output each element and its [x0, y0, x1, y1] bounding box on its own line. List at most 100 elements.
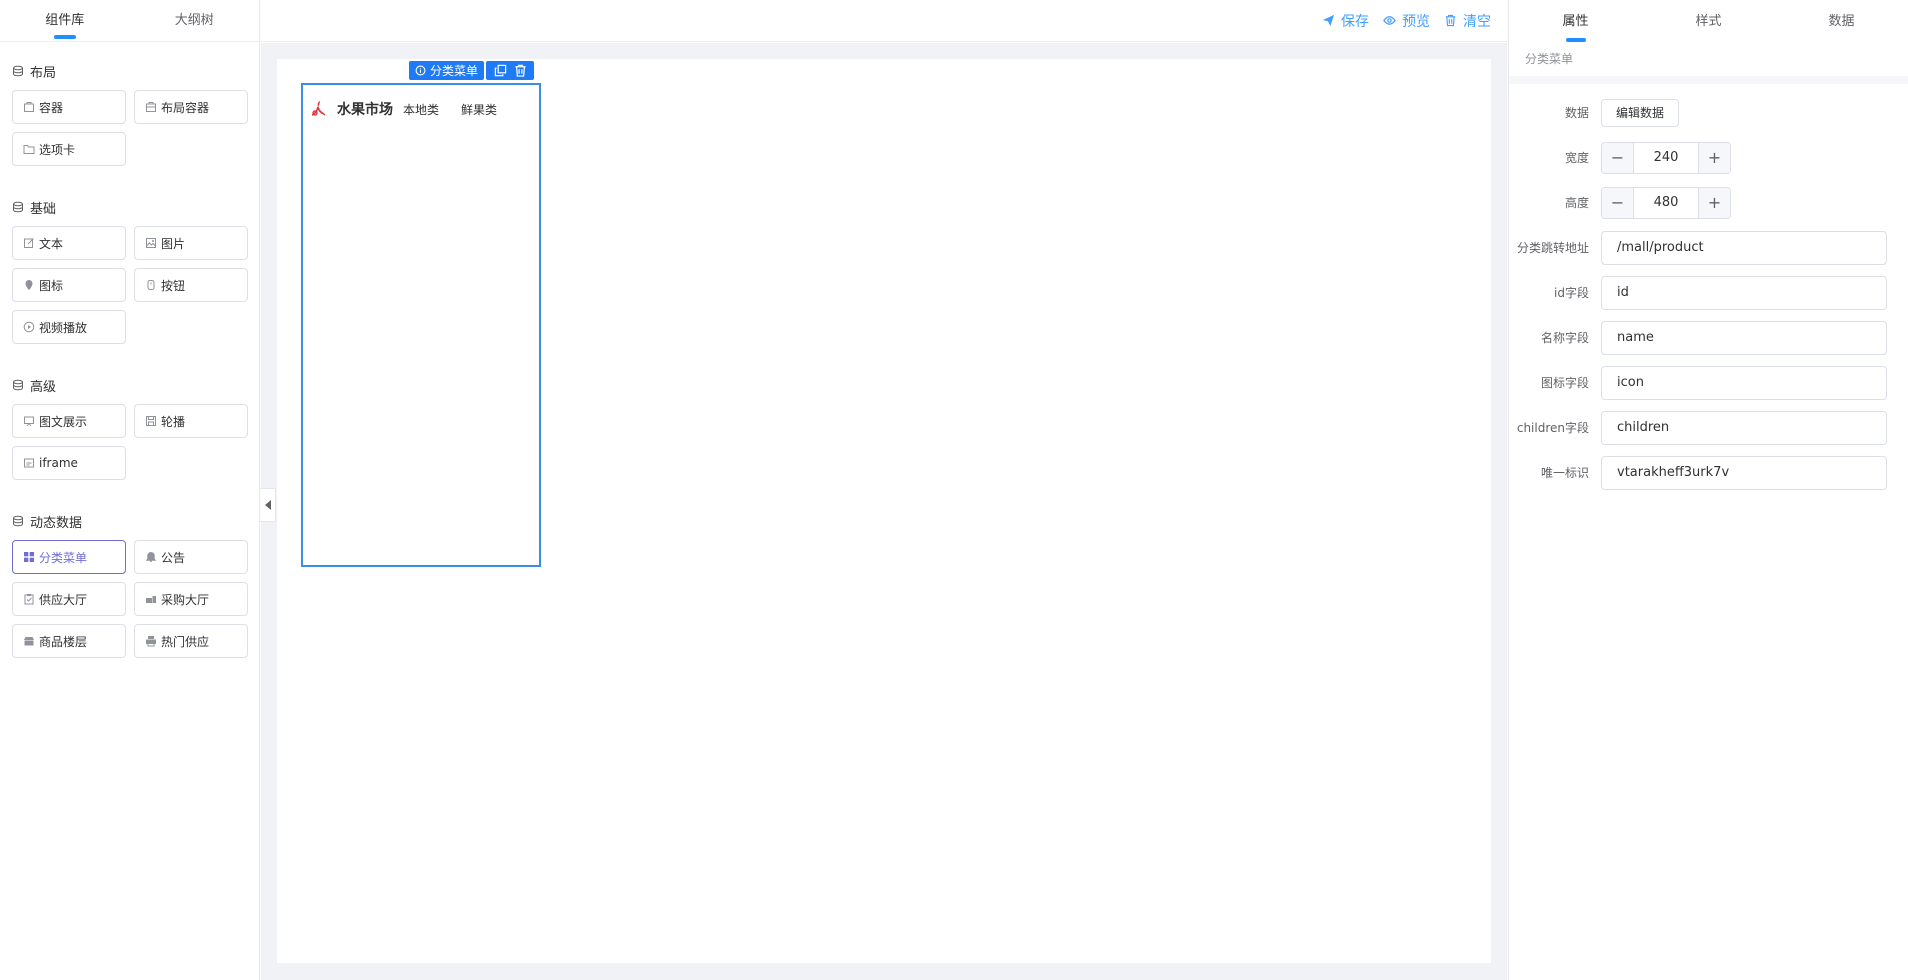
carousel-icon: [146, 416, 156, 426]
shop-icon: [24, 637, 34, 646]
category-item[interactable]: 鲜果类: [461, 101, 497, 118]
clipboard-icon: [24, 594, 34, 605]
height-stepper: − 480 +: [1601, 186, 1731, 219]
grid-icon: [24, 552, 34, 562]
eye-icon: [1383, 16, 1396, 25]
id-field-input[interactable]: [1601, 275, 1887, 310]
component-image[interactable]: 图片: [134, 226, 248, 260]
tab-style[interactable]: 样式: [1642, 0, 1775, 42]
tab-data[interactable]: 数据: [1775, 0, 1908, 42]
selected-component-label: 分类菜单: [409, 61, 485, 80]
width-value[interactable]: 240: [1634, 143, 1698, 173]
picture-text-icon: [24, 416, 34, 427]
cart-icon: [146, 596, 156, 603]
field-label: children字段: [1516, 421, 1589, 435]
preview-button[interactable]: 预览: [1383, 11, 1430, 31]
printer-icon: [146, 636, 156, 647]
info-icon: [415, 65, 426, 76]
tab-properties[interactable]: 属性: [1509, 0, 1642, 42]
component-hot-supply[interactable]: 热门供应: [134, 624, 248, 658]
save-button[interactable]: 保存: [1322, 11, 1369, 31]
database-icon: [13, 379, 23, 391]
group-dynamic-data: 动态数据 分类菜单 公告 供应大厅 采购大厅 商品楼层 热门供应: [0, 480, 259, 658]
copy-component-button[interactable]: [490, 64, 510, 77]
trash-icon: [514, 64, 526, 77]
send-icon: [1322, 14, 1335, 27]
component-library-panel: 组件库 大纲树 布局 容器 布局容器 选项卡 基础 文本 图片 图标 按钮 视频…: [0, 0, 260, 980]
fruit-category-icon: [311, 101, 326, 116]
iframe-icon: [24, 458, 34, 468]
field-label: 唯一标识: [1540, 466, 1589, 480]
jump-url-input[interactable]: [1601, 230, 1887, 265]
edit-icon: [24, 238, 34, 248]
component-icon[interactable]: 图标: [12, 268, 126, 302]
right-tabs: 属性 样式 数据: [1509, 0, 1908, 42]
height-decrease-button[interactable]: −: [1602, 187, 1634, 218]
component-purchase-hall[interactable]: 采购大厅: [134, 582, 248, 616]
icon-field-input[interactable]: [1601, 365, 1887, 400]
group-title: 基础: [30, 201, 57, 217]
category-item[interactable]: 本地类: [403, 101, 439, 118]
unique-id-input[interactable]: [1601, 455, 1887, 490]
component-iframe[interactable]: iframe: [12, 446, 126, 480]
editor-toolbar: 保存 预览 清空: [261, 0, 1507, 42]
category-menu-widget[interactable]: 水果市场 本地类 鲜果类: [301, 83, 541, 567]
component-carousel[interactable]: 轮播: [134, 404, 248, 438]
group-title: 动态数据: [30, 515, 83, 531]
component-tabs[interactable]: 选项卡: [12, 132, 126, 166]
properties-panel: 属性 样式 数据 分类菜单 数据 编辑数据 宽度 − 240 + 高度 − 48…: [1508, 0, 1908, 980]
component-video[interactable]: 视频播放: [12, 310, 126, 344]
component-supply-hall[interactable]: 供应大厅: [12, 582, 126, 616]
database-icon: [13, 201, 23, 213]
group-title: 高级: [30, 379, 57, 395]
group-advanced: 高级 图文展示 轮播 iframe: [0, 344, 259, 480]
field-label: id字段: [1554, 286, 1589, 300]
layout-icon: [146, 102, 156, 112]
name-field-input[interactable]: [1601, 320, 1887, 355]
width-increase-button[interactable]: +: [1698, 142, 1730, 173]
component-picture-text[interactable]: 图文展示: [12, 404, 126, 438]
copy-icon: [494, 64, 506, 77]
folder-icon: [23, 145, 35, 154]
height-increase-button[interactable]: +: [1698, 187, 1730, 218]
bell-icon: [145, 551, 157, 562]
database-icon: [13, 65, 23, 77]
component-name: 分类菜单: [1525, 52, 1574, 66]
field-label: 分类跳转地址: [1516, 241, 1589, 255]
group-basic: 基础 文本 图片 图标 按钮 视频播放: [0, 166, 259, 344]
component-layout-container[interactable]: 布局容器: [134, 90, 248, 124]
field-label: 图标字段: [1540, 376, 1589, 390]
category-title: 水果市场: [337, 102, 393, 118]
clear-button[interactable]: 清空: [1444, 11, 1491, 31]
field-label: 宽度: [1564, 151, 1589, 165]
properties-form: 数据 编辑数据 宽度 − 240 + 高度 − 480 + 分类跳转地址 id字…: [1509, 84, 1908, 495]
left-tabs: 组件库 大纲树: [0, 0, 259, 42]
tab-outline-tree[interactable]: 大纲树: [130, 0, 260, 41]
component-goods-floor[interactable]: 商品楼层: [12, 624, 126, 658]
width-decrease-button[interactable]: −: [1602, 142, 1634, 173]
tab-component-library[interactable]: 组件库: [0, 0, 130, 41]
width-stepper: − 240 +: [1601, 141, 1731, 174]
database-icon: [13, 515, 23, 527]
height-value[interactable]: 480: [1634, 188, 1698, 218]
image-icon: [146, 238, 156, 248]
collapse-left-panel-button[interactable]: [260, 488, 276, 522]
edit-data-button[interactable]: 编辑数据: [1601, 98, 1680, 127]
children-field-input[interactable]: [1601, 410, 1887, 445]
delete-component-button[interactable]: [510, 64, 530, 77]
field-label: 名称字段: [1540, 331, 1589, 345]
component-button[interactable]: 按钮: [134, 268, 248, 302]
component-notice[interactable]: 公告: [134, 540, 248, 574]
play-icon: [23, 321, 35, 333]
field-label: 高度: [1564, 196, 1589, 210]
component-container[interactable]: 容器: [12, 90, 126, 124]
component-text[interactable]: 文本: [12, 226, 126, 260]
pin-icon: [25, 280, 33, 290]
button-icon: [147, 280, 155, 290]
trash-icon: [1445, 14, 1456, 27]
category-row: 水果市场 本地类 鲜果类: [303, 85, 539, 133]
box-icon: [24, 102, 34, 112]
field-label: 数据: [1564, 106, 1589, 120]
group-title: 布局: [30, 65, 57, 81]
component-category-menu[interactable]: 分类菜单: [12, 540, 126, 574]
